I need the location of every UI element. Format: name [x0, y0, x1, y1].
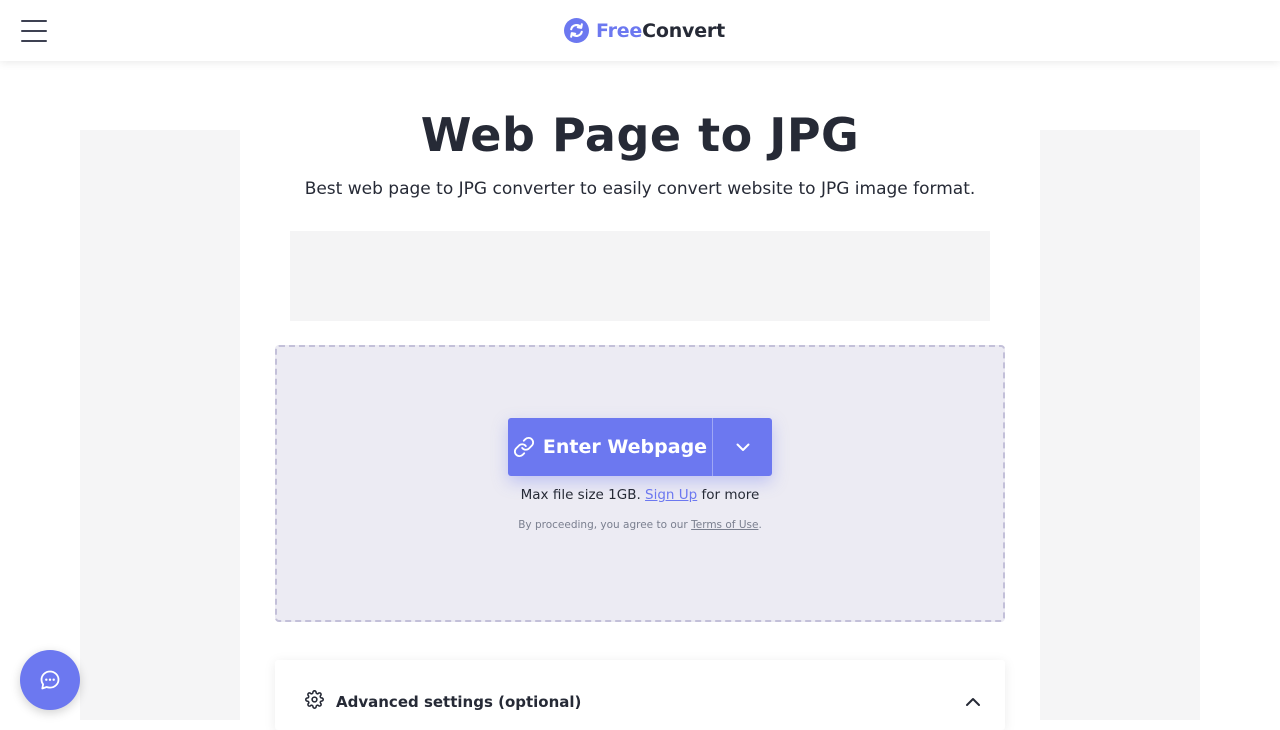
terms-prefix: By proceeding, you agree to our — [518, 519, 688, 531]
page-title: Web Page to JPG — [420, 108, 860, 162]
terms-note: By proceeding, you agree to our Terms of… — [275, 519, 1005, 531]
top-header: FreeConvert — [0, 0, 1280, 61]
link-icon — [513, 436, 534, 458]
max-size-suffix: for more — [701, 487, 760, 503]
max-size-text: Max file size 1GB. — [520, 487, 641, 503]
upload-dropzone[interactable] — [275, 345, 1005, 622]
enter-webpage-button-group: Enter Webpage — [508, 418, 772, 476]
enter-webpage-label: Enter Webpage — [542, 436, 708, 458]
chat-bubble-icon — [40, 670, 60, 690]
refresh-arrows-icon — [564, 18, 589, 43]
upload-source-dropdown[interactable] — [713, 418, 772, 476]
gear-icon — [305, 690, 324, 709]
logo-text-convert: Convert — [642, 19, 725, 42]
chat-support-button[interactable] — [20, 650, 80, 710]
hamburger-menu-icon[interactable] — [21, 20, 47, 42]
terms-of-use-link[interactable]: Terms of Use — [691, 519, 758, 531]
terms-suffix: . — [758, 519, 762, 531]
logo-text: FreeConvert — [596, 20, 725, 42]
max-file-size-note: Max file size 1GB. Sign Up for more — [275, 487, 1005, 503]
ad-placeholder — [290, 231, 990, 321]
advanced-settings-label: Advanced settings (optional) — [336, 693, 582, 711]
enter-webpage-button[interactable]: Enter Webpage — [508, 418, 713, 476]
sign-up-link[interactable]: Sign Up — [645, 487, 697, 503]
chevron-up-icon[interactable] — [965, 696, 981, 708]
chevron-down-icon — [736, 443, 749, 451]
right-side-panel — [1040, 130, 1200, 720]
freeconvert-logo[interactable]: FreeConvert — [564, 17, 725, 44]
logo-text-free: Free — [596, 19, 643, 42]
left-side-panel — [80, 130, 240, 720]
page-subtitle: Best web page to JPG converter to easily… — [304, 179, 976, 199]
